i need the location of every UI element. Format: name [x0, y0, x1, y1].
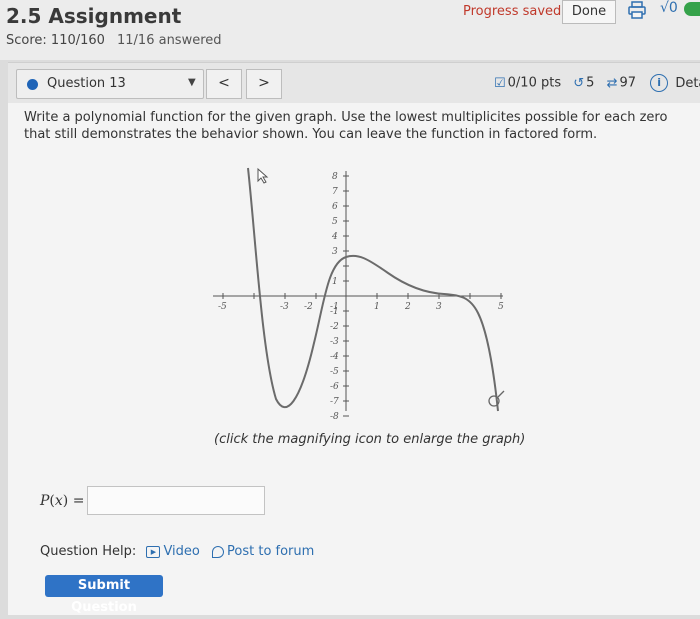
question-status-dot-icon: [27, 79, 38, 90]
y-tick-label: 7: [332, 187, 338, 197]
assignment-title: 2.5 Assignment: [6, 4, 182, 28]
y-tick-label: -1: [330, 307, 339, 317]
comment-bubble-icon: [212, 545, 225, 558]
print-icon[interactable]: [627, 0, 647, 20]
video-link-label: Video: [163, 544, 200, 559]
x-tick-label: 1: [374, 302, 380, 312]
math-keyboard-icon[interactable]: √0: [660, 0, 678, 16]
x-tick-label: -3: [280, 302, 289, 312]
help-label: Question Help:: [40, 544, 137, 559]
y-tick-label: -7: [330, 397, 339, 407]
score-text: Score: 110/160: [6, 33, 105, 48]
forum-link-label: Post to forum: [227, 544, 315, 559]
answer-label: P(x) =: [40, 493, 85, 509]
question-prompt: Write a polynomial function for the give…: [24, 110, 668, 142]
toggle-icon[interactable]: [684, 2, 700, 16]
checkbox-icon: ☑: [494, 75, 506, 91]
y-tick-label: 4: [331, 232, 338, 242]
polynomial-graph[interactable]: -5 -3 -2 -1 1 2 3 5 8 7 6 5 4 3 1 -1 -2 …: [208, 163, 508, 423]
previous-question-button[interactable]: <: [206, 69, 242, 99]
y-tick-label: -6: [330, 382, 339, 392]
video-link[interactable]: ▶ Video: [146, 544, 200, 559]
answered-count: 11/16 answered: [117, 33, 222, 48]
retries-count: 5: [586, 75, 595, 91]
y-tick-label: -8: [330, 412, 339, 422]
y-tick-label: -2: [330, 322, 339, 332]
x-tick-label: -5: [218, 302, 227, 312]
progress-saved-status: Progress saved: [463, 4, 562, 19]
y-tick-label: -5: [330, 367, 339, 377]
y-tick-label: 5: [332, 217, 338, 227]
y-tick-label: -3: [330, 337, 339, 347]
graph-caption: (click the magnifying icon to enlarge th…: [214, 432, 526, 447]
next-question-button[interactable]: >: [246, 69, 282, 99]
forum-link[interactable]: Post to forum: [204, 544, 314, 559]
info-icon[interactable]: i: [650, 74, 669, 92]
y-tick-label: 8: [332, 172, 338, 182]
assignment-header: 2.5 Assignment Score: 110/160 11/16 answ…: [0, 0, 700, 60]
question-stats: ☑0/10 pts ↺5 ⇄97 i Deta: [494, 74, 700, 92]
question-select-label: Question 13: [47, 76, 126, 91]
question-nav-bar: Question 13 ▼ < > ☑ 0/10 pts ↺ 5 ⇄ 97 i Det…: [8, 62, 700, 104]
pointer-cursor-icon: [257, 167, 269, 184]
retry-icon: ↺: [573, 75, 585, 91]
y-tick-label: 1: [332, 277, 338, 287]
y-tick-label: 6: [332, 202, 338, 212]
question-select[interactable]: Question 13 ▼: [16, 69, 204, 99]
x-tick-label: 2: [404, 302, 411, 312]
details-link[interactable]: Deta: [675, 76, 700, 91]
question-content: Write a polynomial function for the give…: [8, 103, 700, 615]
answer-input[interactable]: [87, 486, 265, 515]
question-help: Question Help: ▶ Video Post to forum: [40, 544, 314, 559]
x-tick-label: 5: [498, 302, 504, 312]
attempts-count: 97: [619, 75, 637, 91]
attempts-icon: ⇄: [606, 75, 618, 91]
video-icon: ▶: [146, 545, 161, 558]
polynomial-curve: [247, 167, 499, 412]
y-tick-label: -4: [330, 352, 339, 362]
x-tick-label: -2: [304, 302, 313, 312]
points-text: 0/10 pts: [507, 75, 562, 91]
done-button[interactable]: Done: [562, 0, 616, 24]
y-tick-label: 3: [332, 247, 338, 257]
submit-question-button[interactable]: Submit Question: [45, 575, 163, 615]
chevron-down-icon: ▼: [188, 77, 196, 88]
x-tick-label: 3: [436, 302, 442, 312]
